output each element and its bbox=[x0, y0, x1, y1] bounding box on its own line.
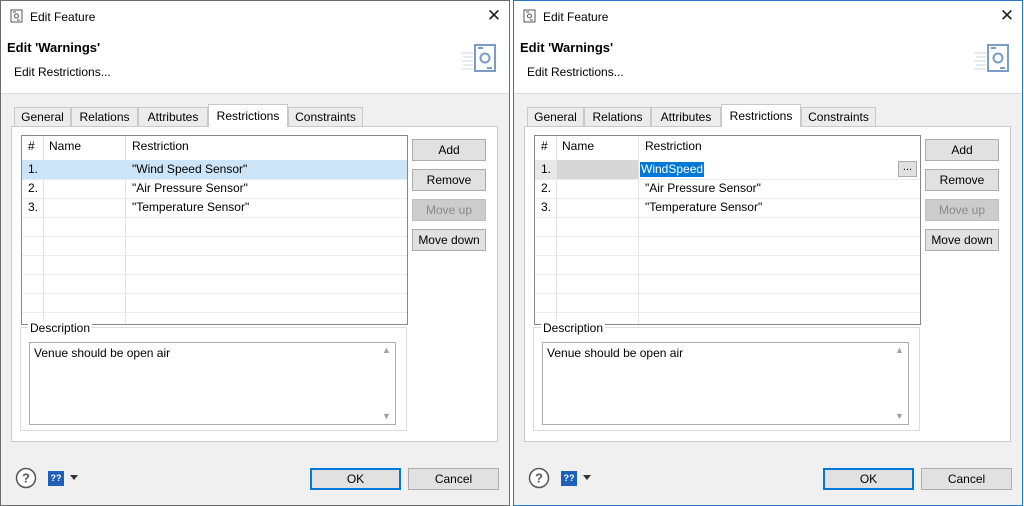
row-number: 2. bbox=[28, 181, 39, 195]
ok-button[interactable]: OK bbox=[823, 468, 914, 490]
restrictions-table[interactable]: # Name Restriction 1. WindSpeed ... 2. "… bbox=[534, 135, 921, 325]
tab-attributes[interactable]: Attributes bbox=[138, 107, 208, 126]
remove-button[interactable]: Remove bbox=[412, 169, 486, 191]
app-icon bbox=[10, 9, 23, 23]
column-header-number[interactable]: # bbox=[541, 136, 548, 157]
move-up-button[interactable]: Move up bbox=[925, 199, 999, 221]
app-icon bbox=[523, 9, 536, 23]
description-group: Description Venue should be open air ▲ ▼ bbox=[533, 321, 920, 431]
row-number: 3. bbox=[541, 200, 552, 214]
row-number: 2. bbox=[541, 181, 552, 195]
help-glyph: ? bbox=[535, 471, 543, 486]
feature-edit-icon bbox=[974, 44, 1009, 72]
row-number: 1. bbox=[541, 162, 552, 176]
description-text[interactable]: Venue should be open air bbox=[34, 346, 170, 360]
scroll-down-icon[interactable]: ▼ bbox=[891, 409, 908, 424]
banner-subtitle: Edit Restrictions... bbox=[14, 65, 111, 79]
help-icon[interactable]: ? bbox=[528, 467, 550, 489]
close-button[interactable]: ✕ bbox=[992, 1, 1022, 31]
help-menu-icon[interactable]: ?? bbox=[48, 471, 64, 486]
table-row[interactable]: 3. "Temperature Sensor" bbox=[535, 198, 920, 217]
add-button[interactable]: Add bbox=[412, 139, 486, 161]
restrictions-table[interactable]: # Name Restriction 1. "Wind Speed Sensor… bbox=[21, 135, 408, 325]
restrictions-panel: # Name Restriction 1. "Wind Speed Sensor… bbox=[11, 126, 498, 442]
banner-subtitle: Edit Restrictions... bbox=[527, 65, 624, 79]
help-icon[interactable]: ? bbox=[15, 467, 37, 489]
help-glyph: ? bbox=[22, 471, 30, 486]
move-down-button[interactable]: Move down bbox=[412, 229, 486, 251]
remove-button[interactable]: Remove bbox=[925, 169, 999, 191]
move-down-button[interactable]: Move down bbox=[925, 229, 999, 251]
description-scrollbar[interactable]: ▲ ▼ bbox=[378, 343, 395, 424]
tab-attributes[interactable]: Attributes bbox=[651, 107, 721, 126]
description-label: Description bbox=[28, 321, 93, 335]
tab-restrictions[interactable]: Restrictions bbox=[721, 104, 801, 127]
column-header-restriction[interactable]: Restriction bbox=[645, 136, 702, 157]
row-number: 1. bbox=[28, 162, 39, 176]
description-textarea[interactable]: Venue should be open air ▲ ▼ bbox=[542, 342, 909, 425]
restrictions-panel: # Name Restriction 1. WindSpeed ... 2. "… bbox=[524, 126, 1011, 442]
tab-restrictions[interactable]: Restrictions bbox=[208, 104, 288, 127]
table-row-editing[interactable]: 1. WindSpeed ... bbox=[535, 160, 920, 179]
dropdown-arrow-icon[interactable] bbox=[583, 475, 591, 480]
edit-feature-dialog-left: Edit Feature ✕ Edit 'Warnings' Edit Rest… bbox=[0, 0, 510, 506]
tab-general[interactable]: General bbox=[14, 107, 71, 126]
close-button[interactable]: ✕ bbox=[479, 1, 509, 31]
restriction-edit-input[interactable]: WindSpeed bbox=[640, 162, 705, 177]
banner-title: Edit 'Warnings' bbox=[7, 40, 101, 55]
feature-edit-icon bbox=[461, 44, 496, 72]
dropdown-arrow-icon[interactable] bbox=[70, 475, 78, 480]
table-header: # Name Restriction bbox=[22, 136, 407, 157]
cancel-button[interactable]: Cancel bbox=[921, 468, 1012, 490]
row-restriction[interactable]: "Air Pressure Sensor" bbox=[132, 179, 248, 198]
scroll-down-icon[interactable]: ▼ bbox=[378, 409, 395, 424]
row-restriction[interactable]: "Wind Speed Sensor" bbox=[132, 160, 247, 179]
cancel-button[interactable]: Cancel bbox=[408, 468, 499, 490]
row-restriction[interactable]: "Air Pressure Sensor" bbox=[645, 179, 761, 198]
table-row[interactable]: 1. "Wind Speed Sensor" bbox=[22, 160, 407, 179]
description-scrollbar[interactable]: ▲ ▼ bbox=[891, 343, 908, 424]
column-header-name[interactable]: Name bbox=[49, 136, 81, 157]
restriction-cell-editor[interactable]: WindSpeed ... bbox=[638, 160, 917, 179]
row-restriction[interactable]: "Temperature Sensor" bbox=[132, 198, 249, 217]
scroll-up-icon[interactable]: ▲ bbox=[378, 343, 395, 358]
description-textarea[interactable]: Venue should be open air ▲ ▼ bbox=[29, 342, 396, 425]
description-group: Description Venue should be open air ▲ ▼ bbox=[20, 321, 407, 431]
window-title: Edit Feature bbox=[30, 10, 96, 24]
header-banner: Edit 'Warnings' Edit Restrictions... bbox=[514, 31, 1022, 94]
row-number: 3. bbox=[28, 200, 39, 214]
row-restriction[interactable]: "Temperature Sensor" bbox=[645, 198, 762, 217]
browse-ellipsis-button[interactable]: ... bbox=[898, 161, 917, 177]
tab-constraints[interactable]: Constraints bbox=[288, 107, 363, 126]
tab-relations[interactable]: Relations bbox=[584, 107, 651, 126]
add-button[interactable]: Add bbox=[925, 139, 999, 161]
column-header-restriction[interactable]: Restriction bbox=[132, 136, 189, 157]
description-label: Description bbox=[541, 321, 606, 335]
table-row[interactable]: 2. "Air Pressure Sensor" bbox=[22, 179, 407, 198]
column-header-name[interactable]: Name bbox=[562, 136, 594, 157]
scroll-up-icon[interactable]: ▲ bbox=[891, 343, 908, 358]
tab-general[interactable]: General bbox=[527, 107, 584, 126]
column-header-number[interactable]: # bbox=[28, 136, 35, 157]
help-menu-icon[interactable]: ?? bbox=[561, 471, 577, 486]
table-row[interactable]: 3. "Temperature Sensor" bbox=[22, 198, 407, 217]
title-bar: Edit Feature ✕ bbox=[1, 1, 509, 31]
title-bar: Edit Feature ✕ bbox=[514, 1, 1022, 31]
tab-constraints[interactable]: Constraints bbox=[801, 107, 876, 126]
tab-relations[interactable]: Relations bbox=[71, 107, 138, 126]
header-banner: Edit 'Warnings' Edit Restrictions... bbox=[1, 31, 509, 94]
description-text[interactable]: Venue should be open air bbox=[547, 346, 683, 360]
edit-feature-dialog-right: Edit Feature ✕ Edit 'Warnings' Edit Rest… bbox=[513, 0, 1023, 506]
ok-button[interactable]: OK bbox=[310, 468, 401, 490]
move-up-button[interactable]: Move up bbox=[412, 199, 486, 221]
window-title: Edit Feature bbox=[543, 10, 609, 24]
table-row[interactable]: 2. "Air Pressure Sensor" bbox=[535, 179, 920, 198]
banner-title: Edit 'Warnings' bbox=[520, 40, 614, 55]
table-header: # Name Restriction bbox=[535, 136, 920, 157]
